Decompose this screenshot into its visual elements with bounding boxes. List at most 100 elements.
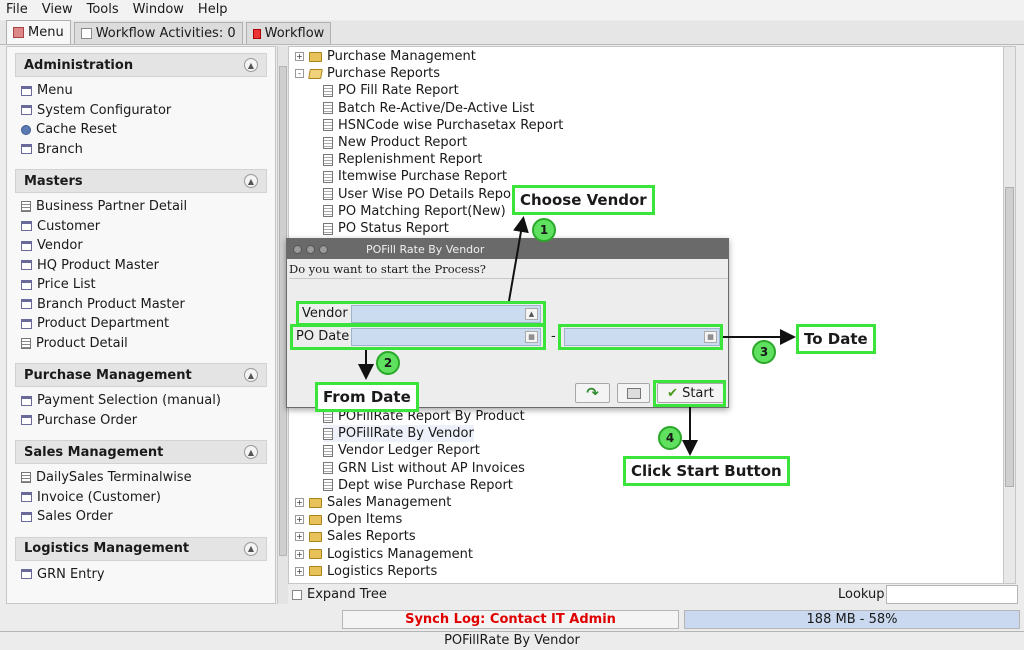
sidebar-item[interactable]: Product Detail (21, 334, 267, 354)
tree-folder[interactable]: - Purchase Reports (295, 65, 440, 82)
sidebar-item-label: Price List (37, 277, 96, 293)
document-icon (80, 28, 92, 39)
tree-item[interactable]: Itemwise Purchase Report (323, 168, 507, 185)
tab-workflow[interactable]: Workflow (245, 22, 332, 44)
menu-view[interactable]: View (42, 1, 73, 19)
sidebar-item[interactable]: HQ Product Master (21, 256, 267, 276)
refresh-button[interactable]: ↷ (575, 383, 610, 403)
tree-folder[interactable]: + Logistics Management (295, 546, 473, 563)
sidebar-item[interactable]: Payment Selection (manual) (21, 391, 267, 411)
sidebar-item[interactable]: GRN Entry (21, 565, 267, 585)
tree-item[interactable]: Vendor Ledger Report (323, 442, 480, 459)
expand-tree-checkbox[interactable]: Expand Tree (292, 587, 387, 602)
tree-folder[interactable]: + Logistics Reports (295, 563, 437, 580)
form-icon (21, 201, 31, 213)
tree-folder[interactable]: + Sales Management (295, 494, 451, 511)
tree-item[interactable]: PO Matching Report(New) (323, 203, 506, 220)
lookup-input[interactable] (886, 585, 1018, 604)
tab-workflow-activities[interactable]: Workflow Activities: 0 (73, 22, 243, 44)
report-icon (323, 119, 333, 132)
scrollbar-thumb[interactable] (1005, 187, 1014, 487)
menu-help[interactable]: Help (198, 1, 228, 19)
step-2-badge: 2 (376, 351, 400, 375)
expand-icon[interactable]: + (295, 515, 304, 525)
sidebar-item-label: Branch Product Master (37, 296, 185, 312)
menu-window[interactable]: Window (133, 1, 184, 19)
collapse-icon[interactable]: ▲ (244, 174, 258, 188)
expand-icon[interactable]: + (295, 498, 304, 507)
window-icon (21, 395, 32, 406)
sidebar-section-header[interactable]: Masters ▲ (15, 169, 267, 193)
sidebar-item[interactable]: System Configurator (21, 101, 267, 121)
sidebar-item[interactable]: Vendor (21, 236, 267, 256)
dialog-titlebar[interactable]: POFill Rate By Vendor (287, 239, 728, 259)
checkbox-icon[interactable] (292, 589, 302, 600)
sidebar-item[interactable]: Menu (21, 81, 267, 101)
printer-icon (626, 387, 641, 399)
collapse-icon[interactable]: ▲ (244, 58, 258, 72)
expand-icon[interactable]: + (295, 549, 304, 559)
tree-item[interactable]: Replenishment Report (323, 151, 482, 168)
tree-folder[interactable]: + Sales Reports (295, 528, 416, 545)
print-button[interactable] (617, 383, 650, 403)
collapse-icon[interactable]: ▲ (244, 368, 258, 382)
sidebar-item[interactable]: Branch Product Master (21, 295, 267, 315)
sidebar-item[interactable]: Invoice (Customer) (21, 488, 267, 508)
sidebar-item[interactable]: Sales Order (21, 507, 267, 527)
sidebar-item[interactable]: DailySales Terminalwise (21, 468, 267, 488)
sidebar-item[interactable]: Product Department (21, 314, 267, 334)
sidebar-item[interactable]: Branch (21, 140, 267, 160)
sidebar-section-header[interactable]: Sales Management ▲ (15, 440, 267, 464)
expand-icon[interactable]: + (295, 566, 304, 576)
expand-icon[interactable]: + (295, 532, 304, 542)
window-icon (21, 85, 32, 96)
synch-log-button[interactable]: Synch Log: Contact IT Admin (342, 610, 679, 629)
tree-item[interactable]: User Wise PO Details Report (323, 186, 521, 203)
tree-item[interactable]: PO Fill Rate Report (323, 82, 459, 99)
tree-item[interactable]: HSNCode wise Purchasetax Report (323, 117, 563, 134)
sidebar-section-header[interactable]: Administration ▲ (15, 53, 267, 77)
tree-item[interactable]: PO Status Report (323, 220, 449, 237)
refresh-icon: ↷ (586, 384, 599, 402)
sidebar-item-label: Branch (37, 141, 83, 157)
form-icon (21, 472, 31, 484)
sidebar-section-title: Administration (24, 57, 134, 73)
divider (289, 278, 728, 279)
collapse-icon[interactable]: - (295, 69, 304, 79)
sidebar-section-header[interactable]: Logistics Management ▲ (15, 536, 267, 561)
sidebar-section-header[interactable]: Purchase Management ▲ (15, 363, 267, 387)
tree-folder[interactable]: + Purchase Management (295, 48, 476, 65)
tree-item[interactable]: Batch Re-Active/De-Active List (323, 100, 534, 117)
tree-item[interactable]: New Product Report (323, 134, 467, 151)
tree-item[interactable]: Dept wise Purchase Report (323, 477, 513, 494)
tab-menu[interactable]: Menu (6, 20, 71, 44)
close-icon[interactable] (293, 244, 302, 254)
memory-indicator[interactable]: 188 MB - 58% (684, 610, 1020, 629)
collapse-icon[interactable]: ▲ (244, 541, 258, 556)
tree-scrollbar[interactable] (1003, 47, 1015, 583)
collapse-icon[interactable]: ▲ (244, 445, 258, 459)
menu-tools[interactable]: Tools (87, 1, 119, 19)
sidebar-item[interactable]: Price List (21, 275, 267, 295)
workflow-icon (252, 28, 261, 39)
tree-item[interactable]: POFillRate By Vendor (323, 425, 474, 443)
click-start-callout: Click Start Button (623, 456, 790, 486)
minimize-icon[interactable] (306, 244, 315, 254)
sidebar-section: Sales Management ▲ DailySales Terminalwise… (15, 440, 267, 531)
sidebar-item[interactable]: Business Partner Detail (21, 197, 267, 217)
menu-file[interactable]: File (6, 1, 28, 19)
tree-item[interactable]: GRN List without AP Invoices (323, 460, 525, 477)
report-icon (323, 410, 333, 423)
sidebar-item[interactable]: Purchase Order (21, 411, 267, 431)
sidebar-item-label: DailySales Terminalwise (36, 470, 192, 486)
tree-item-label: User Wise PO Details Report (338, 186, 522, 202)
tree-item-label: GRN List without AP Invoices (338, 460, 525, 476)
maximize-icon[interactable] (319, 244, 328, 254)
expand-icon[interactable]: + (295, 52, 304, 61)
tree-folder[interactable]: + Open Items (295, 511, 402, 528)
gear-icon (21, 124, 31, 135)
folder-icon (309, 514, 322, 525)
sidebar-item[interactable]: Cache Reset (21, 120, 267, 140)
report-icon (323, 188, 333, 201)
sidebar-item[interactable]: Customer (21, 217, 267, 237)
